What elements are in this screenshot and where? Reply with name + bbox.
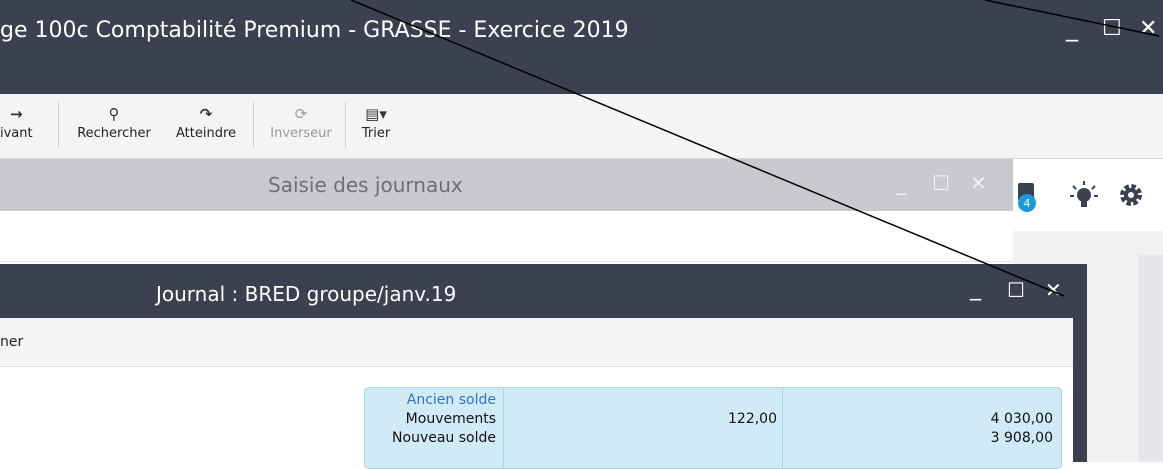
annotation-line-to-journal-close [350, 0, 1065, 297]
annotation-line-to-app-close [984, 0, 1160, 37]
annotation-lines [350, 0, 1160, 297]
